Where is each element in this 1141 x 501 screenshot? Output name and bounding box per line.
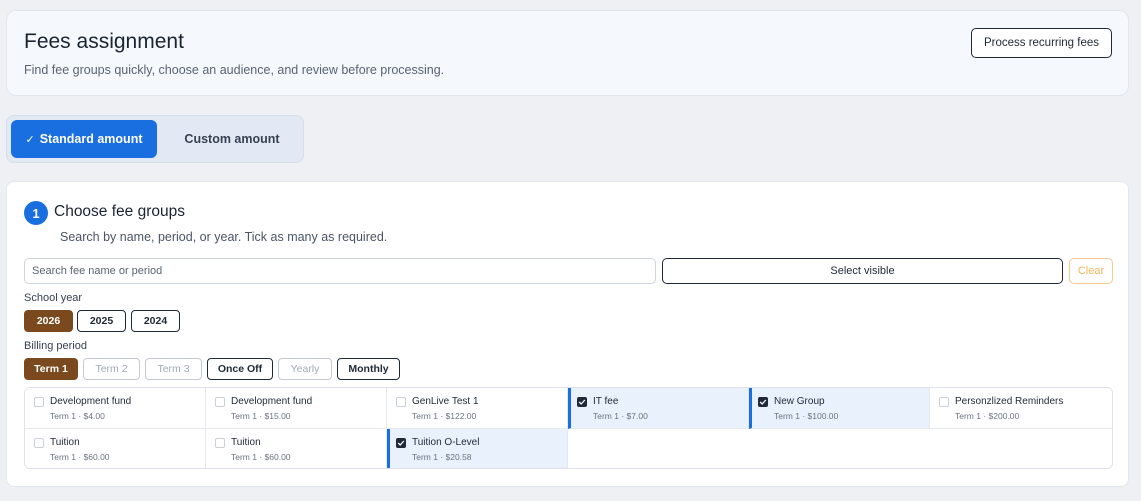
clear-button[interactable]: Clear bbox=[1069, 258, 1113, 284]
fee-group-meta: Term 1 · $60.00 bbox=[231, 452, 291, 462]
header-card: Fees assignment Find fee groups quickly,… bbox=[6, 10, 1129, 96]
fee-group-item[interactable]: Development fund Term 1 · $15.00 bbox=[206, 388, 387, 429]
fee-group-name: Tuition bbox=[231, 437, 261, 448]
page-subtitle: Find fee groups quickly, choose an audie… bbox=[24, 63, 445, 77]
fee-group-item[interactable]: Development fund Term 1 · $4.00 bbox=[25, 388, 206, 429]
checkbox-checked-icon[interactable] bbox=[396, 438, 406, 448]
period-chip-monthly[interactable]: Monthly bbox=[337, 358, 400, 380]
fee-group-name: Development fund bbox=[231, 396, 313, 407]
fee-group-name: Development fund bbox=[50, 396, 132, 407]
select-visible-button[interactable]: Select visible bbox=[662, 258, 1063, 284]
fee-group-item[interactable]: IT fee Term 1 · $7.00 bbox=[568, 388, 749, 429]
check-icon: ✓ bbox=[25, 133, 35, 146]
fee-group-name: Tuition bbox=[50, 437, 80, 448]
period-chip-term-1[interactable]: Term 1 bbox=[24, 358, 78, 380]
amount-mode-switch: ✓ Standard amount Custom amount bbox=[6, 115, 304, 163]
fee-group-name: GenLive Test 1 bbox=[412, 396, 479, 407]
billing-period-label: Billing period bbox=[24, 340, 87, 352]
period-chip-yearly[interactable]: Yearly bbox=[278, 358, 332, 380]
section-description: Search by name, period, or year. Tick as… bbox=[60, 230, 388, 244]
fee-group-meta: Term 1 · $15.00 bbox=[231, 411, 291, 421]
page-title: Fees assignment bbox=[24, 30, 184, 53]
step-number-badge: 1 bbox=[24, 201, 48, 225]
fee-group-item[interactable]: Tuition Term 1 · $60.00 bbox=[25, 429, 206, 468]
checkbox-icon[interactable] bbox=[215, 438, 225, 448]
checkbox-icon[interactable] bbox=[396, 397, 406, 407]
fee-group-name: New Group bbox=[774, 396, 825, 407]
checkbox-checked-icon[interactable] bbox=[758, 397, 768, 407]
fee-group-grid: Development fund Term 1 · $4.00 Developm… bbox=[24, 387, 1113, 469]
fee-group-name: Personzlized Reminders bbox=[955, 396, 1064, 407]
fee-group-name: IT fee bbox=[593, 396, 619, 407]
period-chip-once-off[interactable]: Once Off bbox=[207, 358, 273, 380]
search-input[interactable] bbox=[24, 258, 656, 284]
school-year-label: School year bbox=[24, 292, 83, 304]
fee-group-item[interactable]: Tuition O-Level Term 1 · $20.58 bbox=[387, 429, 568, 468]
fee-group-meta: Term 1 · $100.00 bbox=[774, 411, 839, 421]
checkbox-icon[interactable] bbox=[215, 397, 225, 407]
year-chip-2024[interactable]: 2024 bbox=[131, 310, 180, 332]
period-chip-term-3[interactable]: Term 3 bbox=[145, 358, 202, 380]
fee-group-meta: Term 1 · $20.58 bbox=[412, 452, 472, 462]
fee-group-meta: Term 1 · $60.00 bbox=[50, 452, 110, 462]
fee-group-meta: Term 1 · $7.00 bbox=[593, 411, 648, 421]
fee-group-meta: Term 1 · $122.00 bbox=[412, 411, 477, 421]
checkbox-icon[interactable] bbox=[34, 397, 44, 407]
fee-group-meta: Term 1 · $4.00 bbox=[50, 411, 105, 421]
year-chip-2025[interactable]: 2025 bbox=[77, 310, 126, 332]
fee-group-name: Tuition O-Level bbox=[412, 437, 480, 448]
year-chip-2026[interactable]: 2026 bbox=[24, 310, 73, 332]
section-title: Choose fee groups bbox=[54, 203, 185, 220]
checkbox-icon[interactable] bbox=[939, 397, 949, 407]
standard-amount-button[interactable]: ✓ Standard amount bbox=[11, 120, 157, 158]
period-chip-term-2[interactable]: Term 2 bbox=[83, 358, 140, 380]
checkbox-checked-icon[interactable] bbox=[577, 397, 587, 407]
custom-amount-button[interactable]: Custom amount bbox=[163, 120, 301, 158]
fee-group-item[interactable]: Tuition Term 1 · $60.00 bbox=[206, 429, 387, 468]
fee-groups-card: 1 Choose fee groups Search by name, peri… bbox=[6, 181, 1129, 487]
process-recurring-fees-button[interactable]: Process recurring fees bbox=[971, 28, 1112, 58]
fee-group-meta: Term 1 · $200.00 bbox=[955, 411, 1020, 421]
fee-group-item[interactable]: GenLive Test 1 Term 1 · $122.00 bbox=[387, 388, 568, 429]
fee-group-item[interactable]: Personzlized Reminders Term 1 · $200.00 bbox=[930, 388, 1112, 429]
standard-amount-label: Standard amount bbox=[39, 132, 143, 146]
checkbox-icon[interactable] bbox=[34, 438, 44, 448]
fee-group-item[interactable]: New Group Term 1 · $100.00 bbox=[749, 388, 930, 429]
